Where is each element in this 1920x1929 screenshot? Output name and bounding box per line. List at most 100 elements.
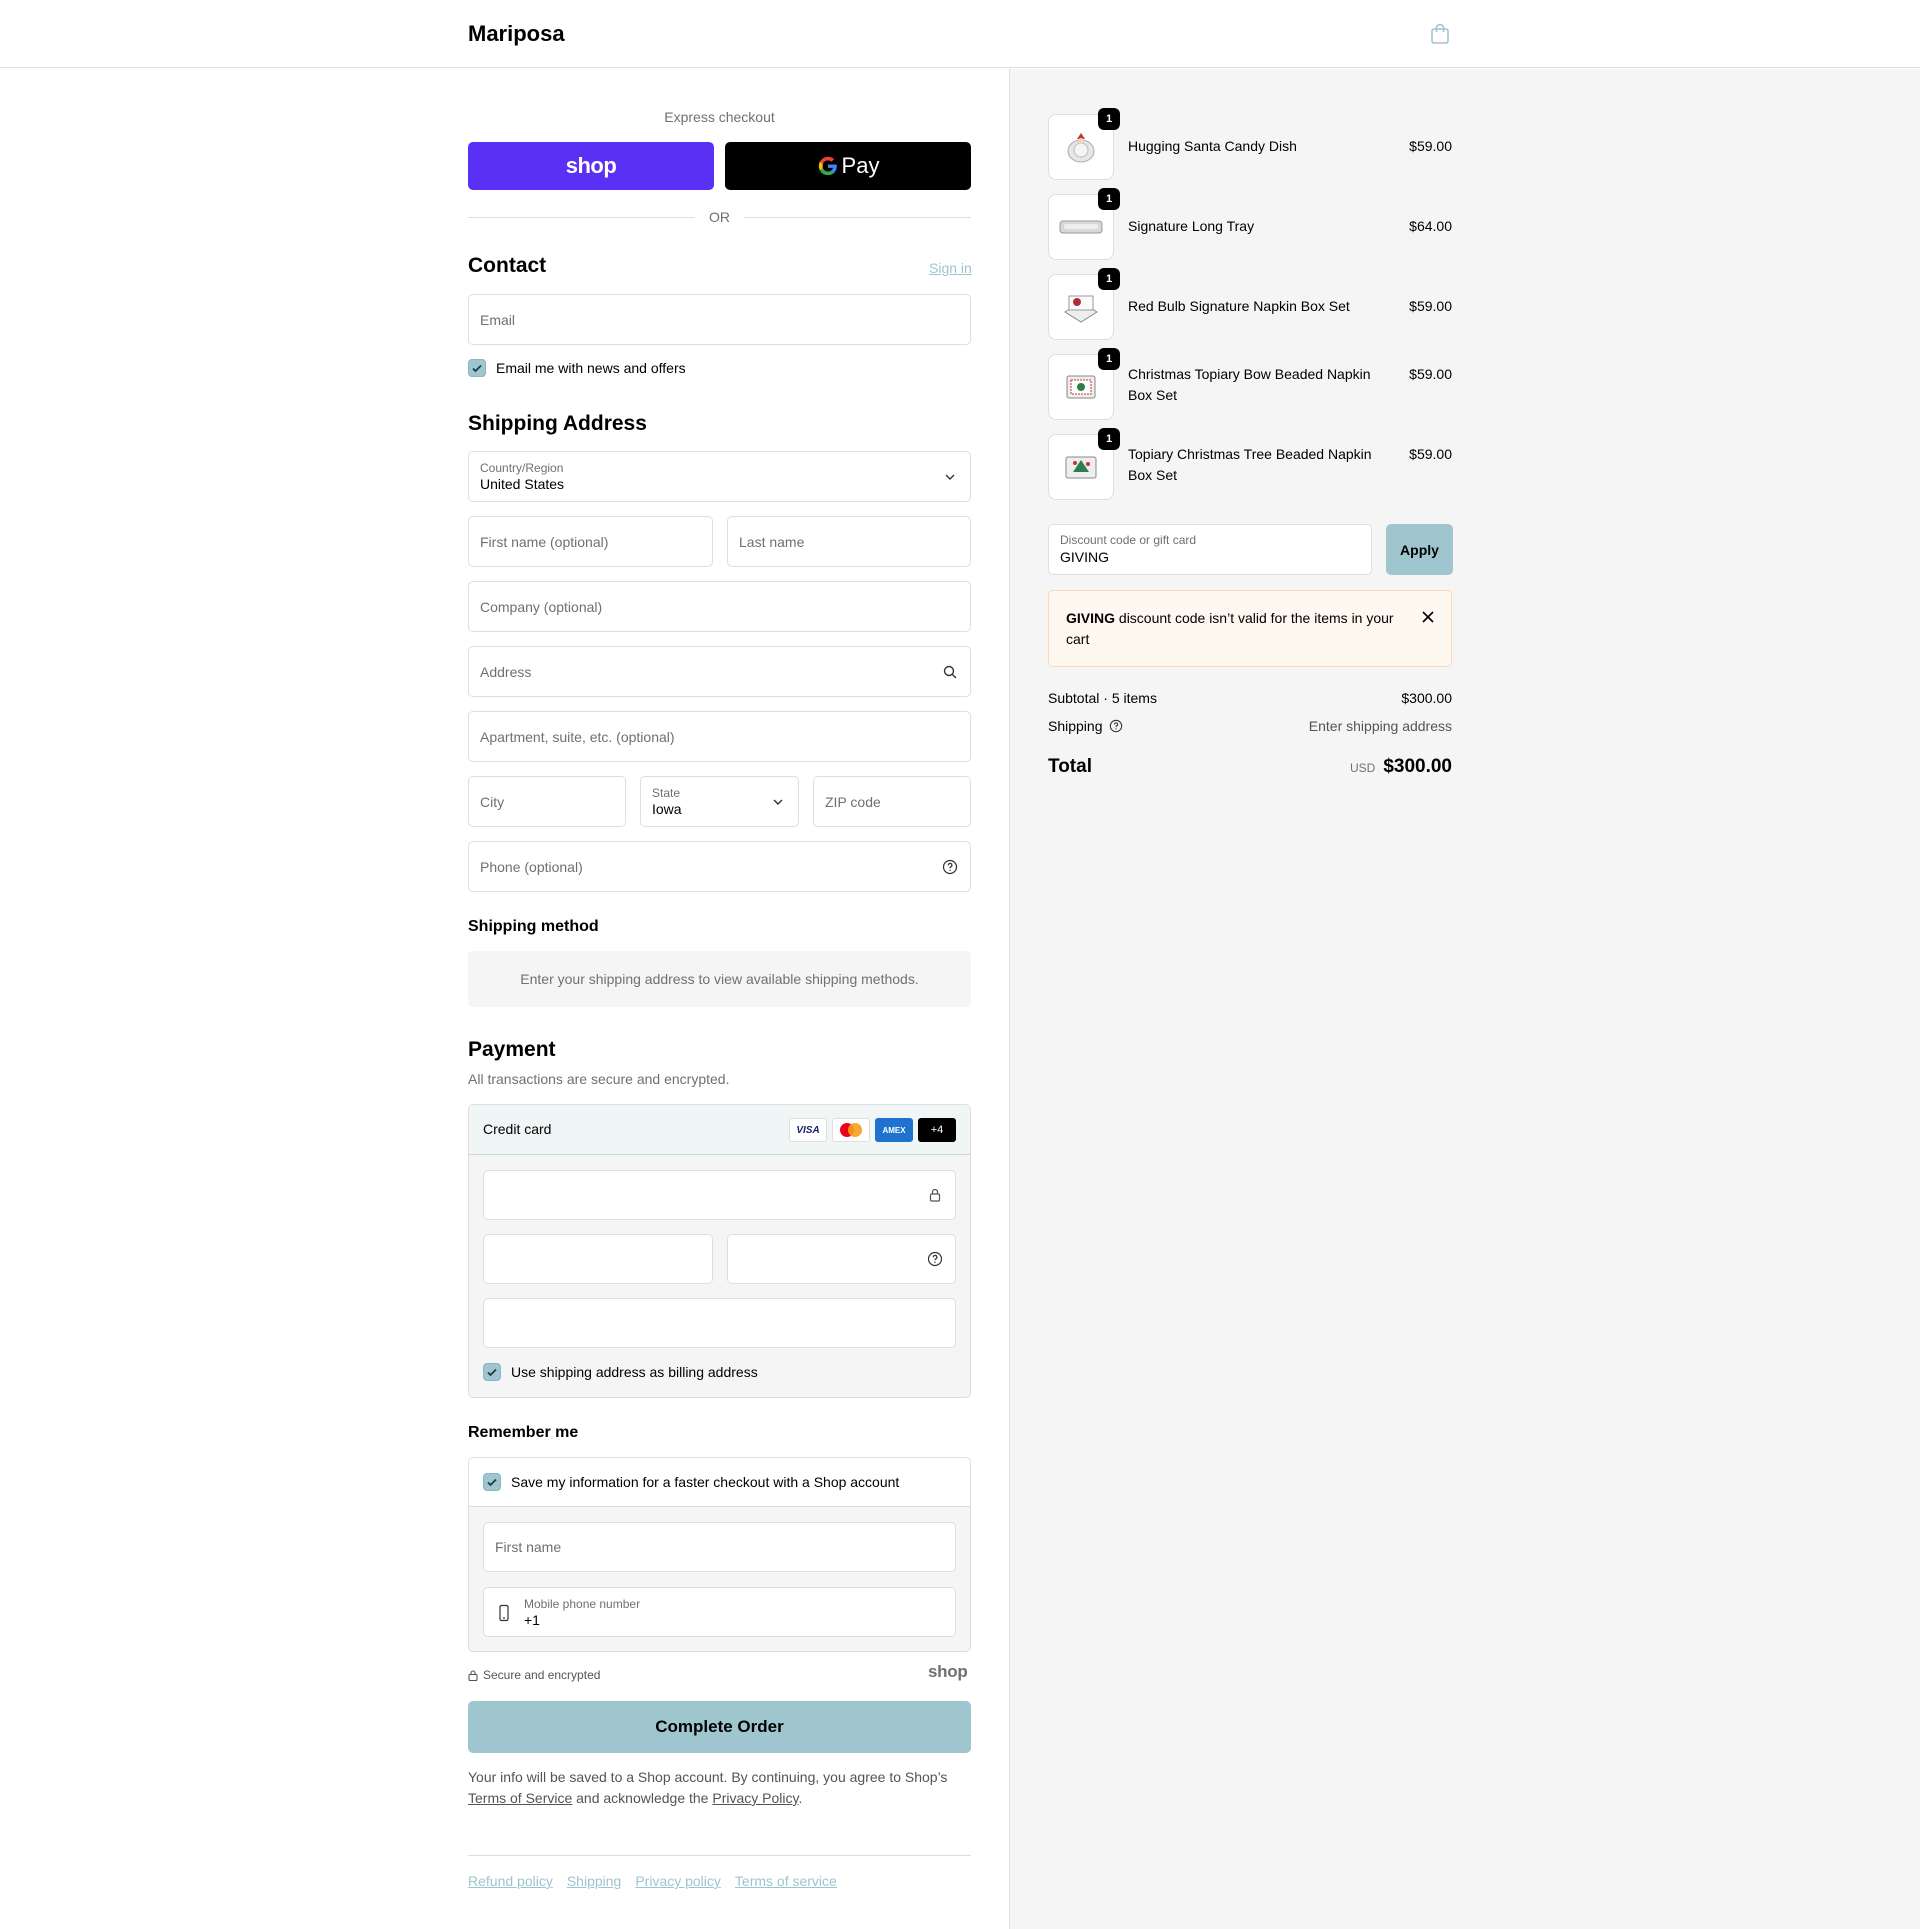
zip-placeholder: ZIP code — [825, 793, 881, 810]
item-price: $59.00 — [1409, 446, 1452, 462]
apply-discount-button[interactable]: Apply — [1386, 524, 1453, 575]
email-field[interactable]: Email — [468, 294, 971, 345]
legal-text-3: . — [798, 1790, 803, 1806]
phone-placeholder: Phone (optional) — [480, 858, 583, 875]
name-on-card-field[interactable] — [483, 1298, 956, 1348]
save-info-checkbox-row[interactable]: Save my information for a faster checkou… — [483, 1473, 899, 1491]
security-code-field[interactable] — [727, 1234, 956, 1284]
help-circle-icon[interactable] — [942, 859, 958, 875]
search-icon — [943, 665, 957, 678]
payment-title: Payment — [468, 1038, 556, 1061]
city-placeholder: City — [480, 793, 505, 810]
address-placeholder: Address — [480, 663, 532, 680]
or-text: OR — [709, 209, 730, 225]
lock-icon — [468, 1669, 478, 1681]
mobile-phone-field[interactable]: Mobile phone number +1 — [483, 1587, 956, 1637]
shipping-row: Shipping Enter shipping address — [1048, 718, 1452, 734]
save-info-row[interactable]: Save my information for a faster checkou… — [469, 1458, 970, 1507]
apartment-field[interactable]: Apartment, suite, etc. (optional) — [468, 711, 971, 762]
zip-field[interactable]: ZIP code — [813, 776, 971, 827]
shopping-bag-icon[interactable] — [1428, 22, 1452, 46]
newsletter-checkbox[interactable] — [468, 359, 486, 377]
address-field[interactable]: Address — [468, 646, 971, 697]
secure-text: Secure and encrypted — [483, 1668, 601, 1682]
quantity-badge: 1 — [1098, 348, 1120, 370]
credit-card-label: Credit card — [483, 1121, 552, 1137]
quantity-badge: 1 — [1098, 188, 1120, 210]
sign-in-link[interactable]: Sign in — [929, 260, 972, 276]
brand-logo[interactable]: Mariposa — [468, 21, 565, 47]
google-g-icon — [818, 156, 837, 176]
shipping-method-notice: Enter your shipping address to view avai… — [468, 951, 971, 1007]
help-circle-icon[interactable] — [927, 1251, 943, 1267]
shipping-label: Shipping — [1048, 718, 1103, 734]
country-select[interactable]: Country/Region United States — [468, 451, 971, 502]
company-placeholder: Company (optional) — [480, 598, 603, 615]
legal-text-1: Your info will be saved to a Shop accoun… — [468, 1769, 948, 1785]
discount-error-alert: GIVING discount code isn’t valid for the… — [1048, 590, 1452, 667]
footer-links: Refund policy Shipping Privacy policy Te… — [468, 1873, 837, 1889]
item-price: $59.00 — [1409, 298, 1452, 314]
card-number-field[interactable] — [483, 1170, 956, 1220]
cart-item: 1 Red Bulb Signature Napkin Box Set $59.… — [1048, 268, 1452, 340]
item-price: $64.00 — [1409, 218, 1452, 234]
subtotal-row: Subtotal · 5 items $300.00 — [1048, 690, 1452, 706]
total-row: Total USD $300.00 — [1048, 756, 1452, 778]
first-name-field[interactable]: First name (optional) — [468, 516, 713, 567]
city-field[interactable]: City — [468, 776, 626, 827]
expiration-date-field[interactable] — [483, 1234, 713, 1284]
check-icon — [487, 1368, 497, 1377]
complete-order-button[interactable]: Complete Order — [468, 1701, 971, 1753]
billing-checkbox-row[interactable]: Use shipping address as billing address — [483, 1363, 758, 1381]
shipping-value: Enter shipping address — [1308, 718, 1452, 734]
chevron-down-icon — [945, 474, 955, 480]
footer-divider — [468, 1855, 971, 1856]
credit-card-option[interactable]: Credit card VISA AMEX +4 — [469, 1105, 970, 1155]
discount-value: GIVING — [1060, 549, 1110, 565]
save-info-checkbox[interactable] — [483, 1473, 501, 1491]
order-summary-panel — [1009, 69, 1920, 1929]
shop-privacy-link[interactable]: Privacy Policy — [712, 1790, 798, 1806]
check-icon — [472, 364, 482, 373]
total-label: Total — [1048, 756, 1092, 777]
item-name: Christmas Topiary Bow Beaded Napkin Box … — [1128, 366, 1371, 403]
cart-item: 1 Hugging Santa Candy Dish $59.00 — [1048, 108, 1452, 180]
privacy-policy-link[interactable]: Privacy policy — [635, 1873, 721, 1889]
item-name: Red Bulb Signature Napkin Box Set — [1128, 298, 1350, 314]
refund-policy-link[interactable]: Refund policy — [468, 1873, 553, 1889]
close-icon[interactable] — [1421, 610, 1435, 624]
state-select[interactable]: State Iowa — [640, 776, 799, 827]
terms-of-service-link[interactable]: Terms of service — [735, 1873, 837, 1889]
apartment-placeholder: Apartment, suite, etc. (optional) — [480, 728, 675, 745]
cart-item: 1 Christmas Topiary Bow Beaded Napkin Bo… — [1048, 348, 1452, 420]
first-name-placeholder: First name (optional) — [480, 533, 609, 550]
shop-logo: shop — [928, 1662, 968, 1681]
help-circle-icon[interactable] — [1109, 719, 1123, 733]
shipping-policy-link[interactable]: Shipping — [567, 1873, 622, 1889]
email-placeholder: Email — [480, 311, 516, 328]
express-checkout-label: Express checkout — [664, 109, 775, 125]
total-currency: USD — [1349, 761, 1376, 775]
newsletter-checkbox-row[interactable]: Email me with news and offers — [468, 359, 686, 377]
top-bar: Mariposa — [0, 0, 1920, 68]
mobile-phone-value: +1 — [524, 1612, 540, 1628]
quantity-badge: 1 — [1098, 108, 1120, 130]
google-pay-button[interactable]: Pay — [725, 142, 971, 190]
shop-first-name-field[interactable]: First name — [483, 1522, 956, 1572]
phone-field[interactable]: Phone (optional) — [468, 841, 971, 892]
subtotal-label: Subtotal · 5 items — [1048, 690, 1157, 706]
alert-code: GIVING — [1066, 610, 1116, 626]
discount-code-field[interactable]: Discount code or gift card GIVING — [1048, 524, 1372, 575]
billing-label: Use shipping address as billing address — [511, 1364, 758, 1380]
shipping-address-title: Shipping Address — [468, 412, 647, 435]
shop-pay-button[interactable]: shop — [468, 142, 714, 190]
cart-item: 1 Signature Long Tray $64.00 — [1048, 188, 1452, 260]
state-label: State — [652, 786, 681, 800]
google-pay-label: Pay — [841, 153, 880, 178]
company-field[interactable]: Company (optional) — [468, 581, 971, 632]
billing-checkbox[interactable] — [483, 1363, 501, 1381]
mobile-phone-label: Mobile phone number — [524, 1597, 641, 1611]
shop-terms-link[interactable]: Terms of Service — [468, 1790, 572, 1806]
state-value: Iowa — [652, 801, 682, 817]
last-name-field[interactable]: Last name — [727, 516, 971, 567]
